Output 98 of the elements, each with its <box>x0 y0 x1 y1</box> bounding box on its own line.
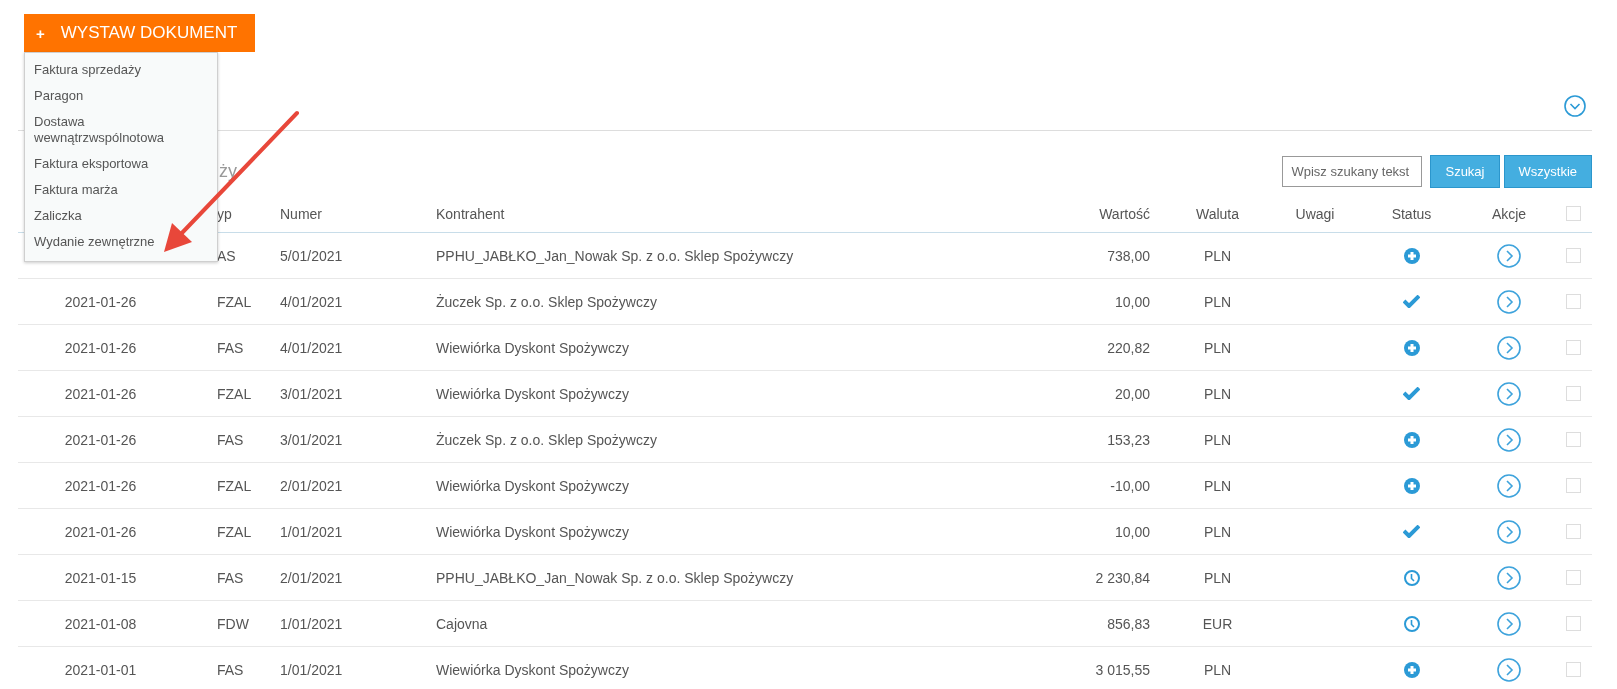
number-cell: 2/01/2021 <box>280 569 343 586</box>
column-header: Status <box>1391 206 1432 222</box>
menu-item[interactable]: Dostawa wewnątrzwspólnotowa <box>25 109 217 151</box>
section-title: ży <box>219 161 237 181</box>
value-cell: 220,82 <box>1107 339 1150 356</box>
currency-cell: PLN <box>1203 477 1232 494</box>
number-cell: 4/01/2021 <box>280 339 343 356</box>
checkbox[interactable] <box>1566 570 1581 585</box>
currency-cell: PLN <box>1203 523 1232 540</box>
checkbox[interactable] <box>1566 616 1581 631</box>
number-cell: 1/01/2021 <box>280 615 343 632</box>
date-cell: 2021-01-26 <box>64 477 137 494</box>
checkbox[interactable] <box>1566 478 1581 493</box>
type-cell: FAS <box>217 339 244 356</box>
chevron-down-circle-icon[interactable] <box>1564 95 1586 117</box>
contractor-cell: Wiewiórka Dyskont Spożywczy <box>436 339 629 356</box>
currency-cell: PLN <box>1203 569 1232 586</box>
currency-cell: PLN <box>1203 431 1232 448</box>
contractor-cell: Wiewiórka Dyskont Spożywczy <box>436 523 629 540</box>
type-cell: FAS <box>217 431 244 448</box>
checkbox[interactable] <box>1566 248 1581 263</box>
column-header: Kontrahent <box>436 206 505 222</box>
value-cell: 153,23 <box>1107 431 1150 448</box>
checkbox[interactable] <box>1566 662 1581 677</box>
number-cell: 3/01/2021 <box>280 385 343 402</box>
type-cell: FZAL <box>217 385 252 402</box>
checkbox[interactable] <box>1566 524 1581 539</box>
contractor-cell: Wiewiórka Dyskont Spożywczy <box>436 477 629 494</box>
number-cell: 1/01/2021 <box>280 661 343 678</box>
column-header: yp <box>217 206 232 222</box>
column-header: Waluta <box>1195 206 1240 222</box>
contractor-cell: Żuczek Sp. z o.o. Sklep Spożywczy <box>436 293 657 310</box>
type-cell: AS <box>217 247 236 264</box>
chevron-right-circle-icon[interactable] <box>1497 611 1521 636</box>
value-cell: 738,00 <box>1107 247 1150 264</box>
checkbox[interactable] <box>1566 386 1581 401</box>
currency-cell: PLN <box>1203 661 1232 678</box>
chevron-right-circle-icon[interactable] <box>1497 427 1521 452</box>
contractor-cell: Wiewiórka Dyskont Spożywczy <box>436 385 629 402</box>
menu-item[interactable]: Faktura eksportowa <box>25 151 217 177</box>
menu-item[interactable]: Wydanie zewnętrzne <box>25 229 217 255</box>
type-cell: FZAL <box>217 477 252 494</box>
chevron-right-circle-icon[interactable] <box>1497 289 1521 314</box>
number-cell: 2/01/2021 <box>280 477 343 494</box>
number-cell: 5/01/2021 <box>280 247 343 264</box>
type-cell: FDW <box>217 615 249 632</box>
checkbox[interactable] <box>1566 294 1581 309</box>
menu-item[interactable]: Paragon <box>25 83 217 109</box>
value-cell: 20,00 <box>1114 385 1150 402</box>
currency-cell: PLN <box>1203 293 1232 310</box>
currency-cell: PLN <box>1203 385 1232 402</box>
contractor-cell: Wiewiórka Dyskont Spożywczy <box>436 661 629 678</box>
date-cell: 2021-01-26 <box>64 431 137 448</box>
column-header: Uwagi <box>1295 206 1335 222</box>
column-header: Numer <box>280 206 322 222</box>
date-cell: 2021-01-26 <box>64 293 137 310</box>
currency-cell: PLN <box>1203 247 1232 264</box>
chevron-right-circle-icon[interactable] <box>1497 335 1521 360</box>
value-cell: 856,83 <box>1107 615 1150 632</box>
date-cell: 2021-01-08 <box>64 615 137 632</box>
search-field[interactable]: Wpisz szukany tekst <box>1282 156 1423 187</box>
contractor-cell: Żuczek Sp. z o.o. Sklep Spożywczy <box>436 431 657 448</box>
chevron-right-circle-icon[interactable] <box>1497 243 1521 268</box>
number-cell: 1/01/2021 <box>280 523 343 540</box>
value-cell: 2 230,84 <box>1095 569 1150 586</box>
checkbox[interactable] <box>1566 340 1581 355</box>
currency-cell: EUR <box>1202 615 1233 632</box>
checkbox[interactable] <box>1566 206 1581 221</box>
number-cell: 3/01/2021 <box>280 431 343 448</box>
date-cell: 2021-01-15 <box>64 569 137 586</box>
type-cell: FAS <box>217 661 244 678</box>
date-cell: 2021-01-26 <box>64 523 137 540</box>
menu-item[interactable]: Zaliczka <box>25 203 217 229</box>
contractor-cell: PPHU_JABŁKO_Jan_Nowak Sp. z o.o. Sklep Spożywczy <box>436 569 794 586</box>
value-cell: -10,00 <box>1110 477 1150 494</box>
currency-cell: PLN <box>1203 339 1232 356</box>
chevron-right-circle-icon[interactable] <box>1497 657 1521 682</box>
date-cell: 2021-01-26 <box>64 385 137 402</box>
contractor-cell: PPHU_JABŁKO_Jan_Nowak Sp. z o.o. Sklep Spożywczy <box>436 247 794 264</box>
column-header: Akcje <box>1491 206 1527 222</box>
checkbox[interactable] <box>1566 432 1581 447</box>
chevron-right-circle-icon[interactable] <box>1497 381 1521 406</box>
chevron-right-circle-icon[interactable] <box>1497 519 1521 544</box>
chevron-right-circle-icon[interactable] <box>1497 473 1521 498</box>
type-cell: FZAL <box>217 293 252 310</box>
column-header: Wartość <box>1099 206 1150 222</box>
menu-item[interactable]: Faktura sprzedaży <box>25 57 217 83</box>
menu-item[interactable]: Faktura marża <box>25 177 217 203</box>
value-cell: 10,00 <box>1114 293 1150 310</box>
type-cell: FZAL <box>217 523 252 540</box>
type-cell: FAS <box>217 569 244 586</box>
chevron-right-circle-icon[interactable] <box>1497 565 1521 590</box>
value-cell: 10,00 <box>1114 523 1150 540</box>
value-cell: 3 015,55 <box>1095 661 1150 678</box>
contractor-cell: Cajovna <box>436 615 488 632</box>
number-cell: 4/01/2021 <box>280 293 343 310</box>
date-cell: 2021-01-01 <box>64 661 137 678</box>
date-cell: 2021-01-26 <box>64 339 137 356</box>
